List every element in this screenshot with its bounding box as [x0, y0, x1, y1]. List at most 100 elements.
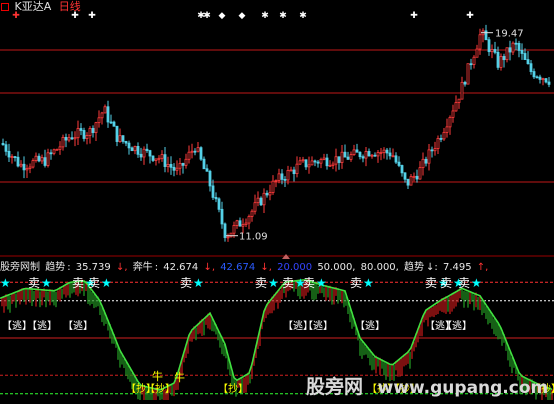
- candle-body: [454, 102, 458, 112]
- candle-body: [238, 220, 242, 227]
- candle-body: [520, 50, 524, 54]
- bull-value: 42.674: [163, 262, 199, 273]
- candle-body: [487, 39, 491, 53]
- candle-body: [73, 137, 77, 140]
- candle-body: [529, 63, 533, 72]
- candle-body: [70, 137, 74, 140]
- candle-body: [82, 130, 86, 139]
- candle-body: [379, 151, 383, 154]
- sell-signal-label: 卖: [282, 276, 294, 290]
- trend2-arrow: ↑,: [476, 262, 489, 273]
- candle-body: [19, 163, 23, 167]
- star-icon: ★: [0, 276, 11, 290]
- candle-body: [469, 63, 473, 66]
- buy-bottom-label: 【抄】: [218, 382, 248, 395]
- sell-signal-label: 卖: [425, 276, 437, 290]
- candle-body: [235, 220, 239, 226]
- candle-body: [307, 164, 311, 168]
- sell-signal-label: 卖: [303, 276, 315, 290]
- candle-body: [367, 151, 371, 157]
- candle-body: [43, 157, 47, 166]
- sell-signal-label: 卖: [350, 276, 362, 290]
- candle-body: [427, 149, 431, 164]
- candle-body: [403, 172, 407, 180]
- candle-body: [280, 173, 284, 180]
- star-icon: ★: [41, 276, 52, 290]
- candle-body: [286, 170, 290, 181]
- candle-body: [292, 169, 296, 175]
- candle-body: [217, 198, 221, 210]
- candle-body: [28, 166, 32, 169]
- line5-value: 50.000,: [317, 262, 356, 273]
- candle-body: [253, 202, 257, 212]
- escape-signal-label: 【逃】: [355, 319, 385, 332]
- candle-body: [415, 175, 419, 180]
- bull-label-text: 奔牛: [132, 262, 153, 273]
- candle-body: [325, 157, 329, 167]
- candle-body: [445, 126, 449, 133]
- star-icon: ★: [363, 276, 374, 290]
- candle-body: [94, 122, 98, 133]
- candle-body: [490, 49, 494, 53]
- candle-body: [208, 170, 212, 187]
- line6-value: 80.000,: [360, 262, 399, 273]
- candle-body: [202, 158, 206, 170]
- trend-label-text: 趋势: [45, 262, 66, 273]
- candle-body: [370, 154, 374, 157]
- sell-signal-label: 卖: [458, 276, 470, 290]
- candle-body: [244, 222, 248, 226]
- candle-body: [313, 160, 317, 163]
- candle-body: [97, 117, 101, 124]
- candle-body: [505, 47, 509, 61]
- candle-body: [541, 78, 545, 81]
- candle-body: [424, 158, 428, 164]
- signal-marker-icon: ✱: [203, 11, 211, 21]
- sell-signal-label: 卖: [255, 276, 267, 290]
- escape-signal-label: 【逃】: [63, 319, 93, 332]
- candle-body: [25, 168, 29, 171]
- candle-body: [4, 144, 8, 152]
- candle-body: [190, 150, 194, 153]
- candle-body: [295, 163, 299, 175]
- candle-body: [478, 34, 482, 50]
- watermark: 股旁网 www.gupang.com: [306, 372, 554, 399]
- candle-body: [502, 56, 506, 61]
- menu-icon[interactable]: [1, 3, 9, 11]
- escape-signal-label: 【逃】: [303, 319, 333, 332]
- candle-body: [259, 197, 263, 206]
- candle-body: [382, 149, 386, 153]
- candle-body: [361, 156, 365, 159]
- chart-header: K亚达A 日线: [0, 0, 81, 14]
- candle-body: [148, 150, 152, 157]
- candle-body: [460, 81, 464, 100]
- trend2-value: 7.495: [442, 262, 472, 273]
- candle-body: [256, 197, 260, 204]
- star-icon: ★: [268, 276, 279, 290]
- low-price-label: 11.09: [239, 232, 268, 243]
- candle-body: [475, 48, 479, 58]
- candle-body: [247, 216, 251, 224]
- candle-body: [316, 161, 320, 164]
- signal-marker-icon: ✚: [466, 11, 474, 21]
- candle-body: [328, 165, 332, 167]
- candle-body: [226, 236, 230, 239]
- line4-value: 20.000: [277, 262, 313, 273]
- candle-body: [64, 137, 68, 141]
- candle-body: [463, 81, 467, 85]
- candle-body: [271, 180, 275, 193]
- candle-body: [250, 210, 254, 217]
- candle-body: [118, 135, 122, 142]
- candle-body: [187, 151, 191, 160]
- candle-body: [421, 158, 425, 169]
- escape-signal-label: 【逃】: [27, 319, 57, 332]
- candle-body: [499, 56, 503, 68]
- period-label: 日线: [58, 0, 81, 13]
- candle-body: [346, 156, 350, 160]
- candle-body: [457, 98, 461, 103]
- candle-body: [472, 56, 476, 65]
- candle-body: [85, 135, 89, 139]
- candle-body: [46, 152, 50, 166]
- trend-label: 趋势:: [45, 262, 71, 273]
- candle-body: [181, 163, 185, 166]
- candle-body: [442, 131, 446, 140]
